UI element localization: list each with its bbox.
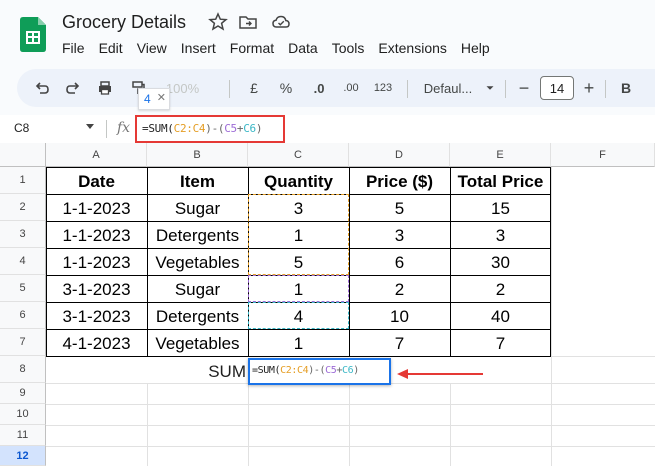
menu-data[interactable]: Data [288,40,318,56]
column-header-c[interactable]: C [248,143,349,167]
table-cell[interactable]: 4-1-2023 [46,330,147,357]
row-header-2[interactable]: 2 [0,194,46,221]
menu-tools[interactable]: Tools [332,40,365,56]
table-cell[interactable]: 3-1-2023 [46,276,147,303]
select-all-corner[interactable] [0,143,46,167]
table-cell[interactable]: 40 [450,303,551,330]
header-quantity[interactable]: Quantity [248,168,349,195]
table-cell[interactable]: 1-1-2023 [46,249,147,276]
formula-value-hint: 4 ✕ [138,88,170,110]
table-cell[interactable]: Sugar [147,276,248,303]
move-folder-icon[interactable] [238,12,258,32]
undo-icon[interactable] [31,69,53,107]
table-cell[interactable]: 3 [450,222,551,249]
column-header-f[interactable]: F [551,143,655,167]
chevron-down-icon[interactable] [86,124,94,129]
column-header-e[interactable]: E [450,143,551,167]
menu-format[interactable]: Format [230,40,274,56]
table-cell[interactable]: 10 [349,303,450,330]
star-icon[interactable] [208,12,228,32]
table-cell[interactable]: 3 [349,222,450,249]
table-cell[interactable]: 2 [349,276,450,303]
range-highlight-c2-c4 [248,194,349,275]
row-header-1[interactable]: 1 [0,167,46,194]
font-size-input[interactable]: 14 [540,76,574,100]
table-cell[interactable]: Detergents [147,303,248,330]
formula-input[interactable]: =SUM(C2:C4)-(C5+C6) [142,122,263,135]
row-header-7[interactable]: 7 [0,329,46,356]
header-item[interactable]: Item [147,168,248,195]
row-header-10[interactable]: 10 [0,404,46,425]
table-cell[interactable]: Detergents [147,222,248,249]
table-cell[interactable]: 1-1-2023 [46,222,147,249]
sheets-logo-icon[interactable] [20,17,46,52]
header-price[interactable]: Price ($) [349,168,450,195]
row-header-12[interactable]: 12 [0,446,46,466]
header-total-price[interactable]: Total Price [450,168,551,195]
cloud-saved-icon[interactable] [271,12,291,32]
table-cell[interactable]: 15 [450,195,551,222]
range-highlight-c5 [248,275,349,302]
row-header-8[interactable]: 8 [0,356,46,383]
table-cell[interactable]: 1 [248,330,349,357]
increase-decimal-icon[interactable]: .00 [339,69,363,107]
close-icon[interactable]: ✕ [157,91,166,104]
table-cell[interactable]: 6 [349,249,450,276]
table-cell[interactable]: 7 [349,330,450,357]
table-cell[interactable]: 1-1-2023 [46,195,147,222]
row-header-11[interactable]: 11 [0,425,46,446]
range-highlight-c6 [248,302,349,329]
annotation-arrow-icon [397,369,483,379]
currency-format-button[interactable]: £ [245,69,263,107]
menu-extensions[interactable]: Extensions [378,40,446,56]
column-header-a[interactable]: A [46,143,147,167]
font-select[interactable]: Defaul... [417,69,479,107]
font-dropdown-icon[interactable] [483,69,497,107]
number-format-button[interactable]: 123 [370,69,396,107]
table-cell[interactable]: 7 [450,330,551,357]
table-cell[interactable]: 5 [349,195,450,222]
header-date[interactable]: Date [46,168,147,195]
formula-bar: C8 fx [0,115,655,143]
sum-label[interactable]: SUM [200,358,246,385]
table-cell[interactable]: 3-1-2023 [46,303,147,330]
column-header-b[interactable]: B [147,143,248,167]
decrease-decimal-button[interactable]: .0 [307,69,331,107]
row-header-5[interactable]: 5 [0,275,46,302]
menu-insert[interactable]: Insert [181,40,216,56]
table-cell[interactable]: Sugar [147,195,248,222]
hint-value: 4 [144,92,151,106]
decrease-font-size-icon[interactable]: − [516,69,532,107]
table-cell[interactable]: Vegetables [147,249,248,276]
row-header-4[interactable]: 4 [0,248,46,275]
active-cell-formula[interactable]: =SUM(C2:C4)-(C5+C6) [252,365,359,376]
row-header-3[interactable]: 3 [0,221,46,248]
menu-view[interactable]: View [137,40,167,56]
bold-button[interactable]: B [617,69,635,107]
percent-format-button[interactable]: % [277,69,295,107]
menu-file[interactable]: File [62,40,85,56]
document-title[interactable]: Grocery Details [62,12,186,33]
row-header-9[interactable]: 9 [0,383,46,404]
table-cell[interactable]: 30 [450,249,551,276]
redo-icon[interactable] [62,69,84,107]
print-icon[interactable] [94,69,116,107]
row-header-6[interactable]: 6 [0,302,46,329]
menu-edit[interactable]: Edit [99,40,123,56]
column-header-d[interactable]: D [349,143,450,167]
menu-bar: File Edit View Insert Format Data Tools … [62,40,504,56]
fx-icon: fx [117,120,131,136]
table-cell[interactable]: Vegetables [147,330,248,357]
increase-font-size-icon[interactable]: + [581,69,597,107]
table-cell[interactable]: 2 [450,276,551,303]
name-box[interactable]: C8 [14,121,29,135]
menu-help[interactable]: Help [461,40,490,56]
